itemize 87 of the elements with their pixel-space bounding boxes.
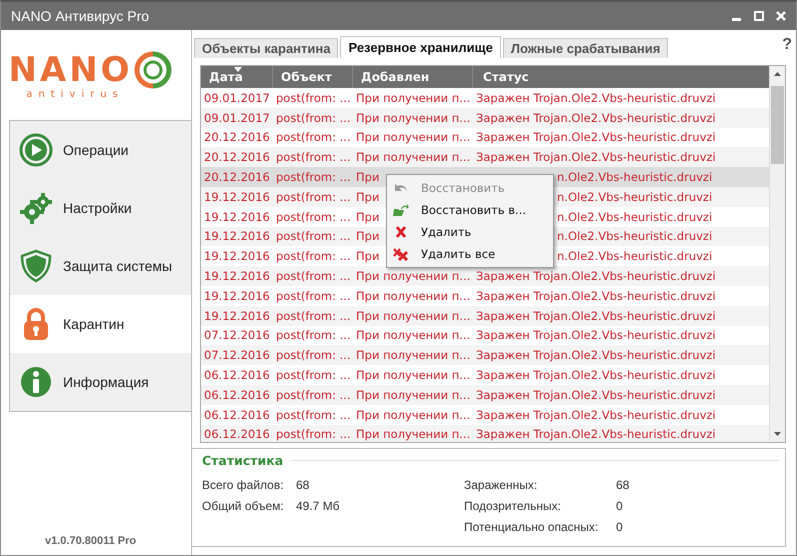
table-cell: 09.01.2017 (204, 110, 270, 125)
table-cell: post(from: ... (276, 288, 351, 303)
table-cell: Заражен Trojan.Ole2.Vbs-heuristic.druvzi (476, 110, 716, 125)
table-cell: post(from: ... (276, 210, 351, 224)
table-cell: post(from: ... (276, 170, 351, 184)
table-cell: 19.12.2016 (204, 229, 270, 244)
table-cell: При получении п... (356, 408, 470, 422)
table-cell: Заражен Trojan.Ole2.Vbs-heuristic.druvzi (476, 388, 716, 402)
table-cell: post(from: ... (276, 308, 351, 323)
table-cell: post(from: ... (276, 229, 351, 244)
table-cell: При (356, 229, 380, 244)
table-cell: Заражен Trojan.Ole2.Vbs-heuristic.druvzi (476, 288, 716, 303)
table-cell: 19.12.2016 (204, 249, 270, 264)
stat-value: 68 (296, 478, 310, 492)
table-cell: При получении п... (356, 150, 470, 164)
table-cell: При получении п... (356, 427, 470, 442)
table-cell: n.Ole2.Vbs-heuristic.druvzi (557, 229, 712, 244)
table-cell: post(from: ... (276, 249, 351, 264)
stat-value: 68 (616, 478, 630, 492)
table-cell: 19.12.2016 (204, 190, 270, 204)
table-cell: Заражен Trojan.Ole2.Vbs-heuristic.druvzi (476, 269, 716, 284)
table-cell: 07.12.2016 (204, 328, 270, 342)
table-cell: Заражен Trojan.Ole2.Vbs-heuristic.druvzi (476, 427, 716, 442)
table-cell: 07.12.2016 (204, 348, 270, 362)
table-cell: n.Ole2.Vbs-heuristic.druvzi (557, 249, 712, 264)
table-cell: При получении п... (356, 348, 470, 362)
table-cell: 06.12.2016 (204, 427, 270, 442)
table-cell: 06.12.2016 (204, 408, 270, 422)
stat-label: Всего файлов: (202, 478, 285, 492)
table-cell: При получении п... (356, 328, 470, 342)
table-cell: 06.12.2016 (204, 388, 270, 402)
table-cell: При (356, 170, 380, 184)
stat-value: 0 (616, 520, 623, 534)
table-cell: При (356, 210, 380, 224)
table-cell: post(from: ... (276, 348, 351, 362)
table-cell: post(from: ... (276, 150, 351, 164)
table-cell: post(from: ... (276, 110, 351, 125)
table-cell: post(from: ... (276, 328, 351, 342)
table-cell: post(from: ... (276, 190, 351, 204)
stat-value: 49.7 Мб (296, 498, 340, 512)
table-cell: При получении п... (356, 288, 470, 303)
table-cell: 19.12.2016 (204, 288, 270, 303)
table-cell: post(from: ... (276, 368, 351, 382)
table-cell: n.Ole2.Vbs-heuristic.druvzi (557, 170, 712, 184)
table-cell: При получении п... (356, 308, 470, 323)
stat-label: Потенциально опасных: (464, 520, 600, 534)
table-cell: post(from: ... (276, 269, 351, 284)
stat-label: Подозрительных: (464, 498, 562, 512)
table-cell: Заражен Trojan.Ole2.Vbs-heuristic.druvzi (476, 150, 716, 164)
version-label: v1.0.70.80011 Pro (45, 535, 138, 547)
table-cell: post(from: ... (276, 408, 351, 422)
window-title: NANO Антивирус Pro (11, 8, 150, 24)
table-cell: При получении п... (356, 269, 470, 284)
table-cell: Заражен Trojan.Ole2.Vbs-heuristic.druvzi (476, 348, 716, 362)
table-cell: Заражен Trojan.Ole2.Vbs-heuristic.druvzi (476, 308, 716, 323)
table-cell: 19.12.2016 (204, 210, 270, 224)
table-cell: При (356, 249, 380, 264)
table-cell: 20.12.2016 (204, 130, 270, 144)
table-cell: n.Ole2.Vbs-heuristic.druvzi (557, 210, 712, 224)
stat-value: 0 (616, 498, 623, 512)
table-cell: 20.12.2016 (204, 170, 270, 184)
table-cell: 20.12.2016 (204, 150, 270, 164)
section-title: Статистика (202, 453, 284, 468)
stat-label: Зараженных: (464, 478, 538, 492)
table-cell: post(from: ... (276, 427, 351, 442)
logo-text: NANO (8, 52, 133, 86)
table-cell: Заражен Trojan.Ole2.Vbs-heuristic.druvzi (476, 328, 716, 342)
table-cell: 19.12.2016 (204, 308, 270, 323)
table-cell: 09.01.2017 (204, 90, 270, 105)
table-cell: 19.12.2016 (204, 269, 270, 284)
table-cell: При (356, 190, 380, 204)
table-cell: 06.12.2016 (204, 368, 270, 382)
table-cell: При получении п... (356, 130, 470, 144)
table-cell: Заражен Trojan.Ole2.Vbs-heuristic.druvzi (476, 408, 716, 422)
table-cell: n.Ole2.Vbs-heuristic.druvzi (557, 190, 712, 204)
table-cell: При получении п... (356, 90, 470, 105)
table-cell: При получении п... (356, 110, 470, 125)
table-cell: post(from: ... (276, 90, 351, 105)
logo-tagline: antivirus (26, 88, 124, 100)
table-cell: Заражен Trojan.Ole2.Vbs-heuristic.druvzi (476, 368, 716, 382)
table-cell: При получении п... (356, 368, 470, 382)
table-cell: post(from: ... (276, 388, 351, 402)
table-cell: Заражен Trojan.Ole2.Vbs-heuristic.druvzi (476, 130, 716, 144)
table-cell: Заражен Trojan.Ole2.Vbs-heuristic.druvzi (476, 90, 716, 105)
stat-label: Общий объем: (202, 498, 285, 512)
table-cell: При получении п... (356, 388, 470, 402)
table-cell: post(from: ... (276, 130, 351, 144)
